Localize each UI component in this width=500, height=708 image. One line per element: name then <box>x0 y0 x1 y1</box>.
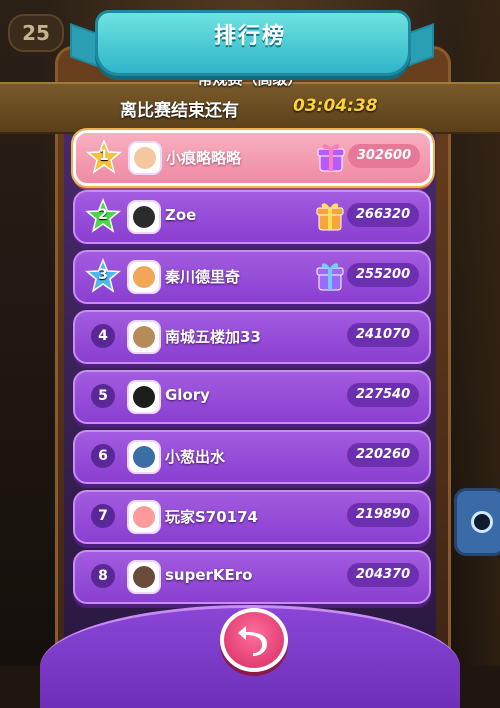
score: 204370 <box>347 563 419 587</box>
score: 241070 <box>347 323 419 347</box>
leaderboard-row[interactable]: 7 玩家S70174 219890 <box>73 490 431 544</box>
timer-label: 离比赛结束还有 <box>120 101 239 121</box>
rank-number: 7 <box>91 504 115 528</box>
score: 255200 <box>347 263 419 287</box>
avatar-image <box>134 147 156 169</box>
player-name: 南城五楼加33 <box>165 328 261 346</box>
score: 220260 <box>347 443 419 467</box>
avatar[interactable] <box>127 260 161 294</box>
player-name: Zoe <box>165 206 197 224</box>
leaderboard-row[interactable]: 5 Glory 227540 <box>73 370 431 424</box>
leaderboard-row[interactable]: 6 小葱出水 220260 <box>73 430 431 484</box>
player-name: Glory <box>165 386 210 404</box>
gift-box-icon[interactable] <box>316 139 346 173</box>
back-arrow-icon <box>238 626 267 656</box>
avatar[interactable] <box>127 380 161 414</box>
gift-box-icon[interactable] <box>315 258 345 292</box>
avatar[interactable] <box>128 141 162 175</box>
player-name: 玩家S70174 <box>165 508 258 526</box>
back-button[interactable] <box>220 608 288 672</box>
gift-box-icon[interactable] <box>315 198 345 232</box>
avatar-image <box>133 386 155 408</box>
level-badge: 25 <box>8 14 64 52</box>
rank-number: 8 <box>91 564 115 588</box>
leaderboard-row[interactable]: 4 南城五楼加33 241070 <box>73 310 431 364</box>
player-name: 小痕略略略 <box>166 149 242 167</box>
player-name: 小葱出水 <box>165 448 226 466</box>
rank-number: 6 <box>91 444 115 468</box>
avatar[interactable] <box>127 200 161 234</box>
avatar-image <box>133 326 155 348</box>
avatar-image <box>133 446 155 468</box>
player-name: 秦川德里奇 <box>165 268 241 286</box>
rank-number: 2 <box>98 207 108 223</box>
rank-number: 3 <box>98 267 108 283</box>
avatar[interactable] <box>127 440 161 474</box>
score: 266320 <box>347 203 419 227</box>
rank-number: 4 <box>91 324 115 348</box>
rank-star-icon: 1 <box>86 139 122 175</box>
rank-number: 5 <box>91 384 115 408</box>
score: 227540 <box>347 383 419 407</box>
avatar-image <box>133 266 155 288</box>
timer-value: 03:04:38 <box>293 96 378 116</box>
leaderboard-row[interactable]: 1 小痕略略略 302600 <box>73 130 433 186</box>
page-title: 排行榜 <box>213 24 286 49</box>
leaderboard-row[interactable]: 8 superKEro 204370 <box>73 550 431 604</box>
avatar-image <box>133 506 155 528</box>
avatar-image <box>133 566 155 588</box>
rank-number: 1 <box>99 148 109 164</box>
avatar-image <box>133 206 155 228</box>
leaderboard-row[interactable]: 3 秦川德里奇 255200 <box>73 250 431 304</box>
character-icon[interactable] <box>454 488 500 556</box>
avatar[interactable] <box>127 320 161 354</box>
avatar[interactable] <box>127 500 161 534</box>
player-name: superKEro <box>165 566 253 584</box>
rank-star-icon: 3 <box>85 258 121 294</box>
timer-bar <box>0 82 500 134</box>
leaderboard-row[interactable]: 2 Zoe 266320 <box>73 190 431 244</box>
avatar[interactable] <box>127 560 161 594</box>
rank-star-icon: 2 <box>85 198 121 234</box>
score: 302600 <box>348 144 420 168</box>
score: 219890 <box>347 503 419 527</box>
